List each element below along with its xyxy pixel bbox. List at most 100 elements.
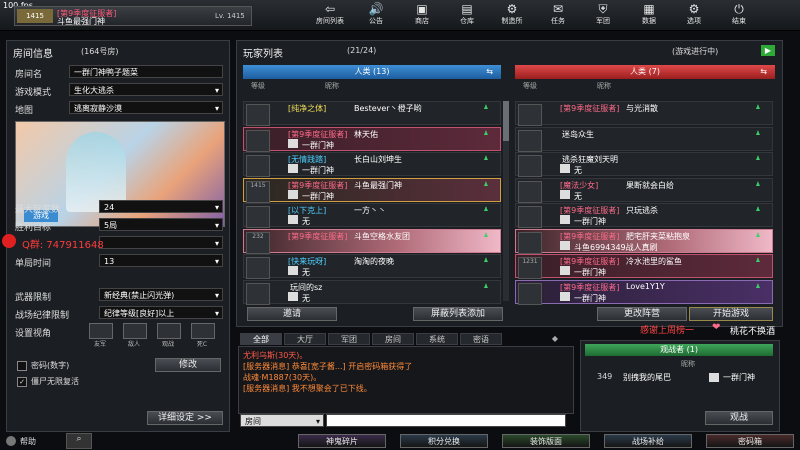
- weapon-limit-select[interactable]: 新经典(禁止闪光弹) ▾: [99, 288, 223, 301]
- bottom-menu-button[interactable]: 装饰版面: [502, 434, 590, 448]
- max-players-select[interactable]: 24 ▾: [99, 200, 223, 213]
- map-select[interactable]: 逃离寂静沙漠 ▾: [69, 101, 223, 114]
- player-tag: [纯净之体]: [288, 104, 327, 113]
- zombie-respawn-label: 僵尸无限复活: [31, 377, 79, 386]
- chat-tab[interactable]: 密语: [460, 333, 502, 345]
- max-players-label: 最大玩家数: [15, 205, 61, 215]
- nav-label: 数据: [642, 17, 656, 25]
- win-target-select[interactable]: 5局 ▾: [99, 218, 223, 231]
- chat-tab[interactable]: 房间: [372, 333, 414, 345]
- player-row[interactable]: 逃杀狂魔刘天明无 ♟: [515, 152, 773, 177]
- bottom-menu-button[interactable]: 密码箱: [706, 434, 794, 448]
- player-row[interactable]: [第9季度征服者] 与光消散 ♟: [515, 101, 773, 126]
- nav-options-gear[interactable]: ⚙ 选项: [676, 2, 712, 28]
- ready-status-icon: ♟: [483, 206, 489, 213]
- chat-channel-select[interactable]: 房间 ▾: [240, 414, 324, 427]
- enemy-view-icon[interactable]: [123, 323, 147, 339]
- player-rank-badge: 232: [246, 231, 270, 254]
- player-rank-badge: 1415: [246, 180, 270, 203]
- nav-power[interactable]: ⏻ 结束: [721, 2, 757, 28]
- room-name-label: 房间名: [15, 70, 43, 80]
- player-tag: [第9季度征服者]: [288, 231, 348, 241]
- bottom-menu-button[interactable]: 神鬼碎片: [298, 434, 386, 448]
- player-row[interactable]: [以下克上] 一方丶丶无 ♟: [243, 203, 501, 228]
- magnifier-icon[interactable]: ⌕: [66, 433, 92, 449]
- round-time-select[interactable]: 13 ▾: [99, 254, 223, 267]
- spectate-button[interactable]: 观战: [705, 411, 773, 425]
- change-team-button[interactable]: 更改阵营: [597, 307, 687, 321]
- player-row[interactable]: [第9季度征服者] Love1Y1Y 一群门神 ♟: [515, 279, 773, 305]
- nav-label: 结束: [732, 17, 746, 25]
- chevron-down-icon: ▾: [214, 309, 219, 318]
- player-row[interactable]: 1415 [第9季度征服者] 斗鱼最强门神 一群门神 ♟: [243, 177, 501, 203]
- player-row[interactable]: [第9季度征服者] 林天佑 一群门神 ♟: [243, 126, 501, 152]
- nav-back-arrow[interactable]: ⇦ 房间列表: [312, 2, 348, 28]
- chat-tab[interactable]: 系统: [416, 333, 458, 345]
- room-name-field[interactable]: 一群门神鸭子题菜: [69, 65, 223, 78]
- win-target-label: 胜利目标: [15, 223, 52, 233]
- player-row[interactable]: 1231 [第9季度征服者] 冷水池里的鲨鱼 一群门神 ♟: [515, 254, 773, 279]
- clan-emblem-icon: [288, 164, 298, 173]
- team-left-header[interactable]: 人类 (13) ⇆: [243, 65, 501, 79]
- nav-label: 选项: [687, 17, 701, 25]
- player-clan: 一群门神: [302, 140, 334, 150]
- speaker-icon: 🔊: [368, 2, 384, 16]
- player-row[interactable]: 迷岛众生 ♟: [515, 126, 773, 152]
- swap-arrows-icon: ⇆: [760, 67, 767, 76]
- player-row[interactable]: [第9季度征服者] 只玩逃杀 一群门神 ♟: [515, 203, 773, 228]
- game-mode-select[interactable]: 生化大逃杀 ▾: [69, 83, 223, 96]
- block-list-button[interactable]: 屏蔽列表添加: [413, 307, 503, 321]
- zombie-respawn-checkbox[interactable]: ✓: [17, 377, 27, 387]
- game-mode-value: 生化大逃杀: [74, 86, 114, 95]
- player-clan: 一群门神: [574, 268, 606, 277]
- spectator-row[interactable]: 349 别拽我的尾巴 一群门神: [585, 370, 773, 384]
- dead-cam-icon[interactable]: [191, 323, 215, 339]
- nav-speaker[interactable]: 🔊 公告: [358, 2, 394, 28]
- diamond-icon[interactable]: ◆: [548, 334, 562, 344]
- chat-tab[interactable]: 军团: [328, 333, 370, 345]
- player-name: 斗鱼最强门神: [57, 17, 105, 26]
- player-count: (21/24): [347, 46, 377, 55]
- view-option-label: 观战: [161, 341, 174, 348]
- friendly-view-icon[interactable]: [89, 323, 113, 339]
- discipline-select[interactable]: 纪律等级[良好]以上 ▾: [99, 306, 223, 319]
- player-row[interactable]: [纯净之体] Bestever丶橙子哟 ♟: [243, 101, 501, 126]
- nav-shop[interactable]: ▣ 商店: [404, 2, 440, 28]
- team-right-label: 人类 (7): [630, 67, 660, 76]
- invite-button[interactable]: 邀请: [247, 307, 337, 321]
- warehouse-icon: ▤: [461, 2, 473, 16]
- chat-tab[interactable]: 大厅: [284, 333, 326, 345]
- nav-data[interactable]: ▦ 数据: [631, 2, 667, 28]
- player-row[interactable]: [魔法少女] 果断就会白给无 ♟: [515, 177, 773, 203]
- player-rank-badge: [246, 282, 270, 305]
- spectator-view-icon[interactable]: [157, 323, 181, 339]
- start-game-button[interactable]: 开始游戏: [689, 307, 773, 321]
- detail-settings-button[interactable]: 详细设定 >>: [147, 411, 223, 425]
- nav-warehouse[interactable]: ▤ 仓库: [449, 2, 485, 28]
- player-rank-badge: [246, 104, 270, 126]
- player-row[interactable]: 232 [第9季度征服者] 斗鱼空格水友团 ♟: [243, 228, 501, 254]
- nav-clan[interactable]: ⛨ 军团: [585, 2, 621, 28]
- player-row[interactable]: [无情践踏] 长白山刘坤生 一群门神 ♟: [243, 152, 501, 177]
- bottom-menu-button[interactable]: 积分兑换: [400, 434, 488, 448]
- chat-tab[interactable]: 全部: [240, 333, 282, 345]
- play-icon[interactable]: ▶: [761, 45, 775, 56]
- scrollbar-thumb[interactable]: [503, 101, 509, 141]
- player-row[interactable]: 玩间的sz 无 ♟: [243, 279, 501, 305]
- chat-input[interactable]: [326, 414, 566, 427]
- nav-factory[interactable]: ⚙ 制造所: [494, 2, 530, 28]
- player-rank-badge: [246, 257, 270, 279]
- ready-status-icon: ♟: [483, 155, 489, 162]
- help-toggle-icon[interactable]: [6, 436, 16, 446]
- player-row[interactable]: [第9季度征服者] 肥宅肝夹菜粘抱泉 斗鱼6994349战人真刷 ♟: [515, 228, 773, 254]
- hidden-option-select[interactable]: ▾: [99, 236, 223, 249]
- player-list-scrollbar[interactable]: [503, 101, 509, 301]
- view-option-label: 死C: [196, 341, 208, 348]
- nav-mission[interactable]: ✉ 任务: [540, 2, 576, 28]
- team-right-header[interactable]: 人类 (7) ⇆: [515, 65, 775, 79]
- password-checkbox[interactable]: [17, 361, 27, 371]
- clan-emblem-icon: [288, 215, 298, 224]
- edit-button[interactable]: 修改: [155, 358, 221, 372]
- player-row[interactable]: [快来玩呀] 淘淘的夜晚无 ♟: [243, 254, 501, 279]
- bottom-menu-button[interactable]: 战场补给: [604, 434, 692, 448]
